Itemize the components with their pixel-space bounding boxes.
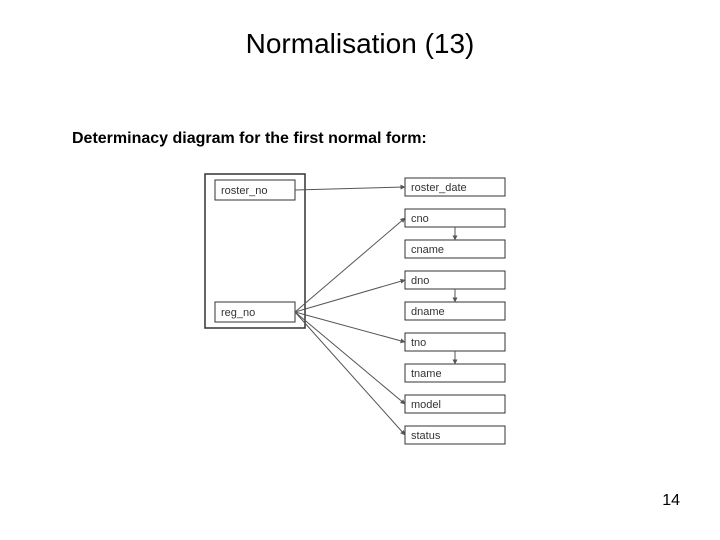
edge-8 — [295, 312, 405, 435]
attr-tno-label: tno — [411, 337, 426, 349]
edge-7 — [295, 312, 405, 404]
attr-cname-label: cname — [411, 244, 444, 256]
slide: Normalisation (13) Determinacy diagram f… — [0, 0, 720, 540]
edge-5 — [295, 312, 405, 342]
edge-1 — [295, 218, 405, 312]
attr-dname-label: dname — [411, 306, 445, 318]
slide-subtitle: Determinacy diagram for the first normal… — [72, 130, 427, 148]
attr-dno-label: dno — [411, 275, 429, 287]
slide-title: Normalisation (13) — [0, 28, 720, 60]
key-roster_no-label: roster_no — [221, 185, 267, 197]
determinacy-diagram: roster_no reg_no roster_datecno cname dno dna… — [195, 170, 595, 490]
key-reg_no-label: reg_no — [221, 307, 255, 319]
attr-tname-label: tname — [411, 368, 442, 380]
edge-0 — [295, 187, 405, 190]
edge-3 — [295, 280, 405, 312]
page-number: 14 — [662, 492, 680, 510]
attr-cno-label: cno — [411, 213, 429, 225]
attr-model-label: model — [411, 399, 441, 411]
attr-status-label: status — [411, 430, 441, 442]
attr-roster_date-label: roster_date — [411, 182, 467, 194]
